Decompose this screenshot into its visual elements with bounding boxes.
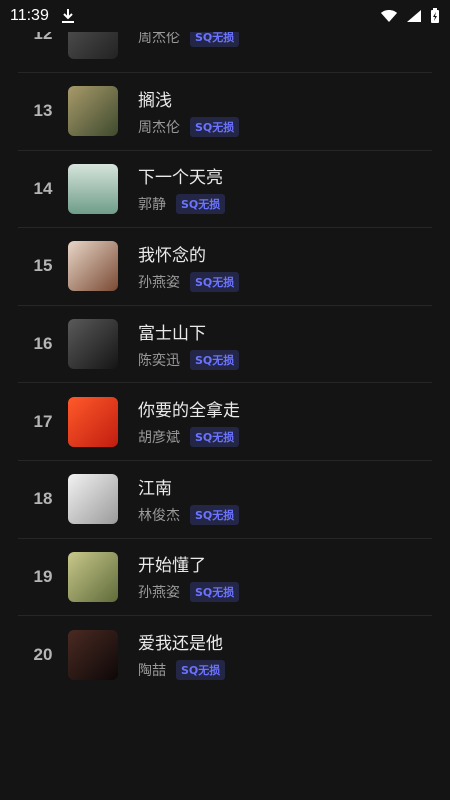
album-cover[interactable]: [68, 396, 118, 447]
album-cover[interactable]: [68, 629, 118, 680]
artist-name: 陈奕迅: [138, 352, 180, 369]
album-cover[interactable]: [68, 319, 118, 370]
song-subline: 孙燕姿 SQ无损: [138, 582, 240, 603]
rank-number: 16: [33, 334, 53, 354]
download-icon: [61, 8, 75, 24]
song-row[interactable]: 19 开始懂了 孙燕姿 SQ无损: [18, 539, 432, 617]
album-cover[interactable]: [68, 163, 118, 214]
album-cover[interactable]: [68, 551, 118, 602]
rank-number: 19: [33, 566, 53, 586]
artist-name: 林俊杰: [138, 507, 180, 524]
rank-number: 15: [33, 256, 53, 276]
song-title: 你要的全拿走: [138, 401, 240, 422]
song-row[interactable]: 17 你要的全拿走 胡彦斌 SQ无损: [18, 383, 432, 461]
artist-name: 胡彦斌: [138, 430, 180, 447]
artist-name: 郭静: [138, 197, 166, 214]
rank-number: 20: [33, 644, 53, 664]
quality-badge: SQ无损: [190, 349, 240, 370]
song-row[interactable]: 18 江南 林俊杰 SQ无损: [18, 461, 432, 539]
rank-number: 13: [33, 101, 53, 121]
album-cover[interactable]: [68, 86, 118, 137]
artist-name: 孙燕姿: [138, 274, 180, 291]
song-meta: 我怀念的 孙燕姿 SQ无损: [138, 241, 240, 292]
quality-badge: SQ无损: [190, 271, 240, 292]
song-title: 我怀念的: [138, 245, 206, 266]
song-meta: 开始懂了 孙燕姿 SQ无损: [138, 551, 240, 603]
album-cover[interactable]: [68, 474, 118, 525]
song-row[interactable]: 16 富士山下 陈奕迅 SQ无损: [18, 306, 432, 384]
quality-badge: SQ无损: [190, 116, 240, 137]
song-row[interactable]: 14 下一个天亮 郭静 SQ无损: [18, 151, 432, 229]
wifi-icon: [380, 9, 398, 23]
status-bar: 11:39: [0, 0, 450, 32]
song-title: 下一个天亮: [138, 168, 223, 189]
album-cover[interactable]: [68, 241, 118, 292]
song-list: 12 周杰伦 SQ无损 13 搁浅 周杰伦 SQ无损 14 下一个天亮 郭静 S…: [18, 0, 432, 694]
song-subline: 陶喆 SQ无损: [138, 660, 226, 681]
rank-number: 17: [33, 411, 53, 431]
song-title: 江南: [138, 478, 172, 499]
song-subline: 周杰伦 SQ无损: [138, 116, 240, 137]
song-title: 爱我还是他: [138, 634, 223, 655]
song-subline: 郭静 SQ无损: [138, 194, 226, 215]
song-meta: 爱我还是他 陶喆 SQ无损: [138, 629, 226, 681]
song-meta: 你要的全拿走 胡彦斌 SQ无损: [138, 396, 240, 448]
song-meta: 搁浅 周杰伦 SQ无损: [138, 86, 240, 137]
song-subline: 胡彦斌 SQ无损: [138, 427, 240, 448]
song-row[interactable]: 20 爱我还是他 陶喆 SQ无损: [18, 616, 432, 694]
status-time: 11:39: [10, 7, 49, 24]
song-title: 搁浅: [138, 90, 172, 111]
quality-badge: SQ无损: [176, 194, 226, 215]
quality-badge: SQ无损: [190, 427, 240, 448]
song-row[interactable]: 13 搁浅 周杰伦 SQ无损: [18, 73, 432, 151]
rank-number: 18: [33, 489, 53, 509]
song-meta: 下一个天亮 郭静 SQ无损: [138, 163, 226, 215]
song-title: 富士山下: [138, 323, 206, 344]
song-subline: 陈奕迅 SQ无损: [138, 349, 240, 370]
song-row[interactable]: 15 我怀念的 孙燕姿 SQ无损: [18, 228, 432, 306]
artist-name: 孙燕姿: [138, 585, 180, 602]
quality-badge: SQ无损: [190, 582, 240, 603]
song-title: 开始懂了: [138, 556, 206, 577]
song-meta: 江南 林俊杰 SQ无损: [138, 474, 240, 525]
status-right: [380, 8, 440, 24]
signal-icon: [406, 9, 422, 23]
song-subline: 孙燕姿 SQ无损: [138, 271, 240, 292]
song-subline: 林俊杰 SQ无损: [138, 504, 240, 525]
song-meta: 富士山下 陈奕迅 SQ无损: [138, 319, 240, 370]
artist-name: 周杰伦: [138, 119, 180, 136]
quality-badge: SQ无损: [176, 660, 226, 681]
battery-charging-icon: [430, 8, 440, 24]
artist-name: 陶喆: [138, 663, 166, 680]
rank-number: 14: [33, 178, 53, 198]
quality-badge: SQ无损: [190, 504, 240, 525]
status-left: 11:39: [10, 7, 75, 25]
